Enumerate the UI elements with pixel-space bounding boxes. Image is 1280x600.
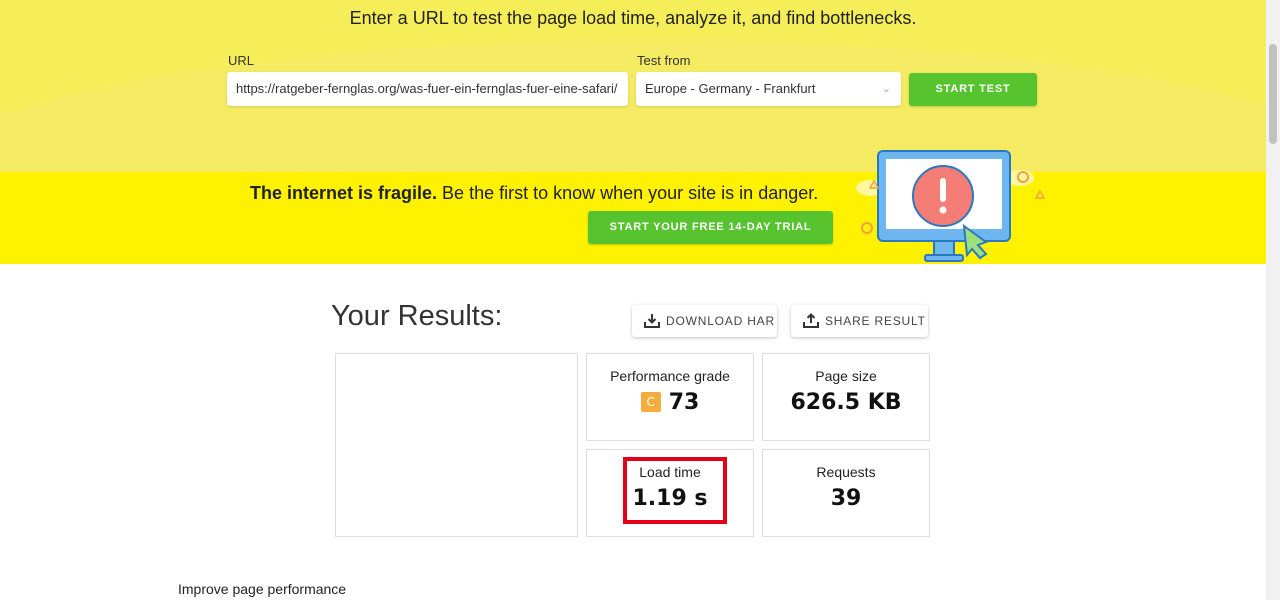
scrollbar-thumb[interactable] [1269,44,1277,144]
highlight-box [623,457,727,524]
download-har-label: DOWNLOAD HAR [666,314,775,328]
location-value: Europe - Germany - Frankfurt [645,81,816,96]
improve-heading: Improve page performance [178,581,347,597]
promo-text: The internet is fragile. Be the first to… [250,183,818,204]
card-value: C 73 [587,390,753,415]
grade-badge: C [640,392,661,412]
download-icon [644,314,660,328]
promo-rest: Be the first to know when your site is i… [437,183,819,203]
promo-bold: The internet is fragile. [250,183,438,203]
card-title: Performance grade [610,368,730,384]
url-input[interactable]: https://ratgeber-fernglas.org/was-fuer-e… [227,72,628,106]
card-value: 39 [830,486,862,511]
location-select[interactable]: Europe - Germany - Frankfurt ⌄ [636,72,901,106]
hero-section: Enter a URL to test the page load time, … [0,0,1266,172]
background-wave [0,40,1266,172]
page-size-card: Page size 626.5 KB [762,353,930,441]
results-title: Your Results: [331,300,503,332]
start-test-button[interactable]: START TEST [909,73,1037,106]
performance-grade-card: Performance grade C 73 [586,353,754,441]
card-value: 626.5 KB [790,390,902,415]
scrollbar[interactable] [1266,0,1280,600]
url-label: URL [228,53,255,68]
card-title: Requests [816,464,876,480]
grade-score: 73 [668,390,700,415]
chevron-down-icon: ⌄ [881,83,891,95]
free-trial-button[interactable]: START YOUR FREE 14-DAY TRIAL [588,211,833,244]
share-icon [803,313,819,328]
requests-card: Requests 39 [762,449,930,537]
monitor-alert-illustration [856,150,1046,262]
hero-headline: Enter a URL to test the page load time, … [349,8,917,28]
share-result-button[interactable]: SHARE RESULT [791,305,928,337]
screenshot-preview [335,353,578,537]
share-result-label: SHARE RESULT [825,314,926,328]
location-label: Test from [637,53,691,68]
download-har-button[interactable]: DOWNLOAD HAR [632,305,777,337]
card-title: Page size [815,368,877,384]
